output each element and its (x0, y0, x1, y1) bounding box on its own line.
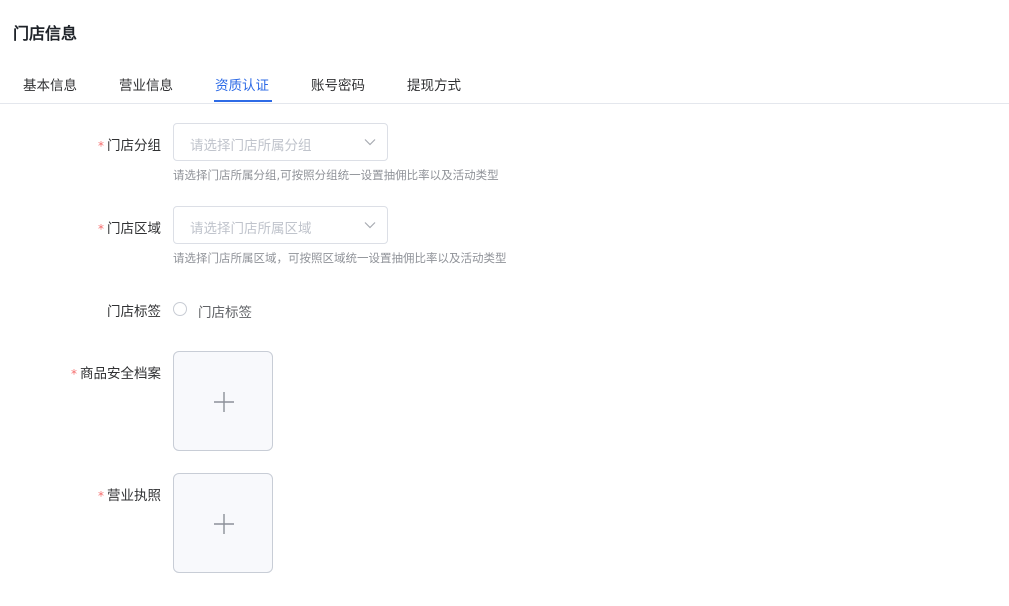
store-region-hint: 请选择门店所属区域，可按照区域统一设置抽佣比率以及活动类型 (173, 251, 507, 265)
store-tag-label-text: 门店标签 (107, 304, 161, 320)
store-region-select[interactable]: 请选择门店所属区域 (173, 206, 388, 244)
store-region-placeholder: 请选择门店所属区域 (190, 221, 312, 237)
radio-circle[interactable] (173, 302, 187, 316)
required-mark: * (71, 367, 77, 381)
tab-bar: 基本信息 营业信息 资质认证 账号密码 提现方式 (0, 64, 1009, 104)
store-tag-radio-label[interactable]: 门店标签 (198, 301, 252, 321)
required-mark: * (98, 489, 104, 503)
plus-icon (214, 392, 234, 412)
product-safety-file-label-text: 商品安全档案 (80, 366, 161, 382)
chevron-down-icon (364, 222, 376, 229)
required-mark: * (98, 222, 104, 236)
business-license-label: * 营业执照 (0, 484, 161, 504)
active-tab-indicator (214, 100, 272, 102)
business-license-upload[interactable] (173, 473, 273, 573)
tab-business-info[interactable]: 营业信息 (119, 74, 173, 94)
plus-icon (214, 514, 234, 534)
store-group-hint: 请选择门店所属分组,可按照分组统一设置抽佣比率以及活动类型 (173, 168, 499, 182)
store-group-label: * 门店分组 (0, 134, 161, 154)
tab-account-password[interactable]: 账号密码 (311, 74, 365, 94)
store-group-select[interactable]: 请选择门店所属分组 (173, 123, 388, 161)
business-license-label-text: 营业执照 (107, 488, 161, 504)
store-region-label: * 门店区域 (0, 217, 161, 237)
store-group-placeholder: 请选择门店所属分组 (190, 138, 312, 154)
store-tag-label: 门店标签 (0, 300, 161, 320)
store-group-label-text: 门店分组 (107, 138, 161, 154)
tab-basic-info[interactable]: 基本信息 (23, 74, 77, 94)
page-title: 门店信息 (13, 24, 78, 43)
tab-qualification[interactable]: 资质认证 (215, 74, 269, 94)
tab-withdrawal-method[interactable]: 提现方式 (407, 74, 461, 94)
product-safety-file-label: * 商品安全档案 (0, 362, 161, 382)
product-safety-file-upload[interactable] (173, 351, 273, 451)
store-region-label-text: 门店区域 (107, 221, 161, 237)
required-mark: * (98, 139, 104, 153)
chevron-down-icon (364, 139, 376, 146)
